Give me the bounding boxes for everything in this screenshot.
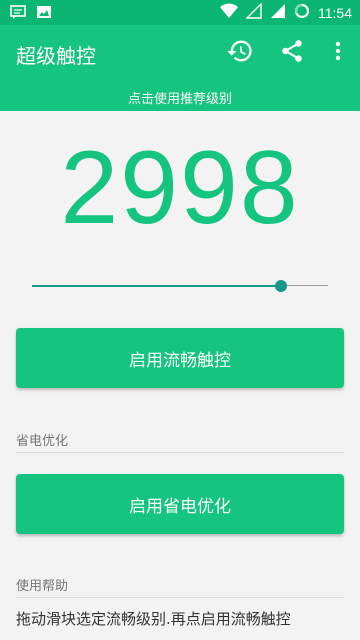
level-slider[interactable] — [32, 276, 328, 296]
help-text: 拖动滑块选定流畅级别.再点启用流畅触控 — [16, 610, 291, 628]
divider — [16, 597, 344, 598]
status-bar: 11:54 — [0, 0, 360, 25]
enable-smooth-touch-button[interactable]: 启用流畅触控 — [16, 328, 344, 388]
message-notification-icon — [10, 4, 26, 24]
wifi-icon — [220, 3, 238, 23]
app-title: 超级触控 — [16, 44, 96, 68]
recommended-level-hint[interactable]: 点击使用推荐级别 — [0, 88, 360, 107]
share-icon[interactable] — [277, 36, 307, 66]
power-save-section-label: 省电优化 — [16, 434, 69, 449]
more-options-icon[interactable] — [323, 36, 353, 66]
status-time: 11:54 — [318, 5, 352, 21]
slider-thumb[interactable] — [275, 280, 287, 292]
divider — [16, 452, 344, 453]
enable-power-save-button[interactable]: 启用省电优化 — [16, 474, 344, 534]
history-icon[interactable] — [225, 36, 255, 66]
signal-icon — [270, 3, 286, 23]
help-section-label: 使用帮助 — [16, 579, 69, 594]
touch-level-value: 2998 — [60, 130, 300, 246]
battery-ring-icon — [294, 3, 310, 23]
slider-track — [281, 285, 328, 286]
app-bar: 超级触控 点击使用推荐级别 — [0, 25, 360, 111]
signal-empty-icon — [245, 2, 262, 23]
slider-track-active — [32, 285, 281, 287]
image-notification-icon — [36, 4, 52, 24]
